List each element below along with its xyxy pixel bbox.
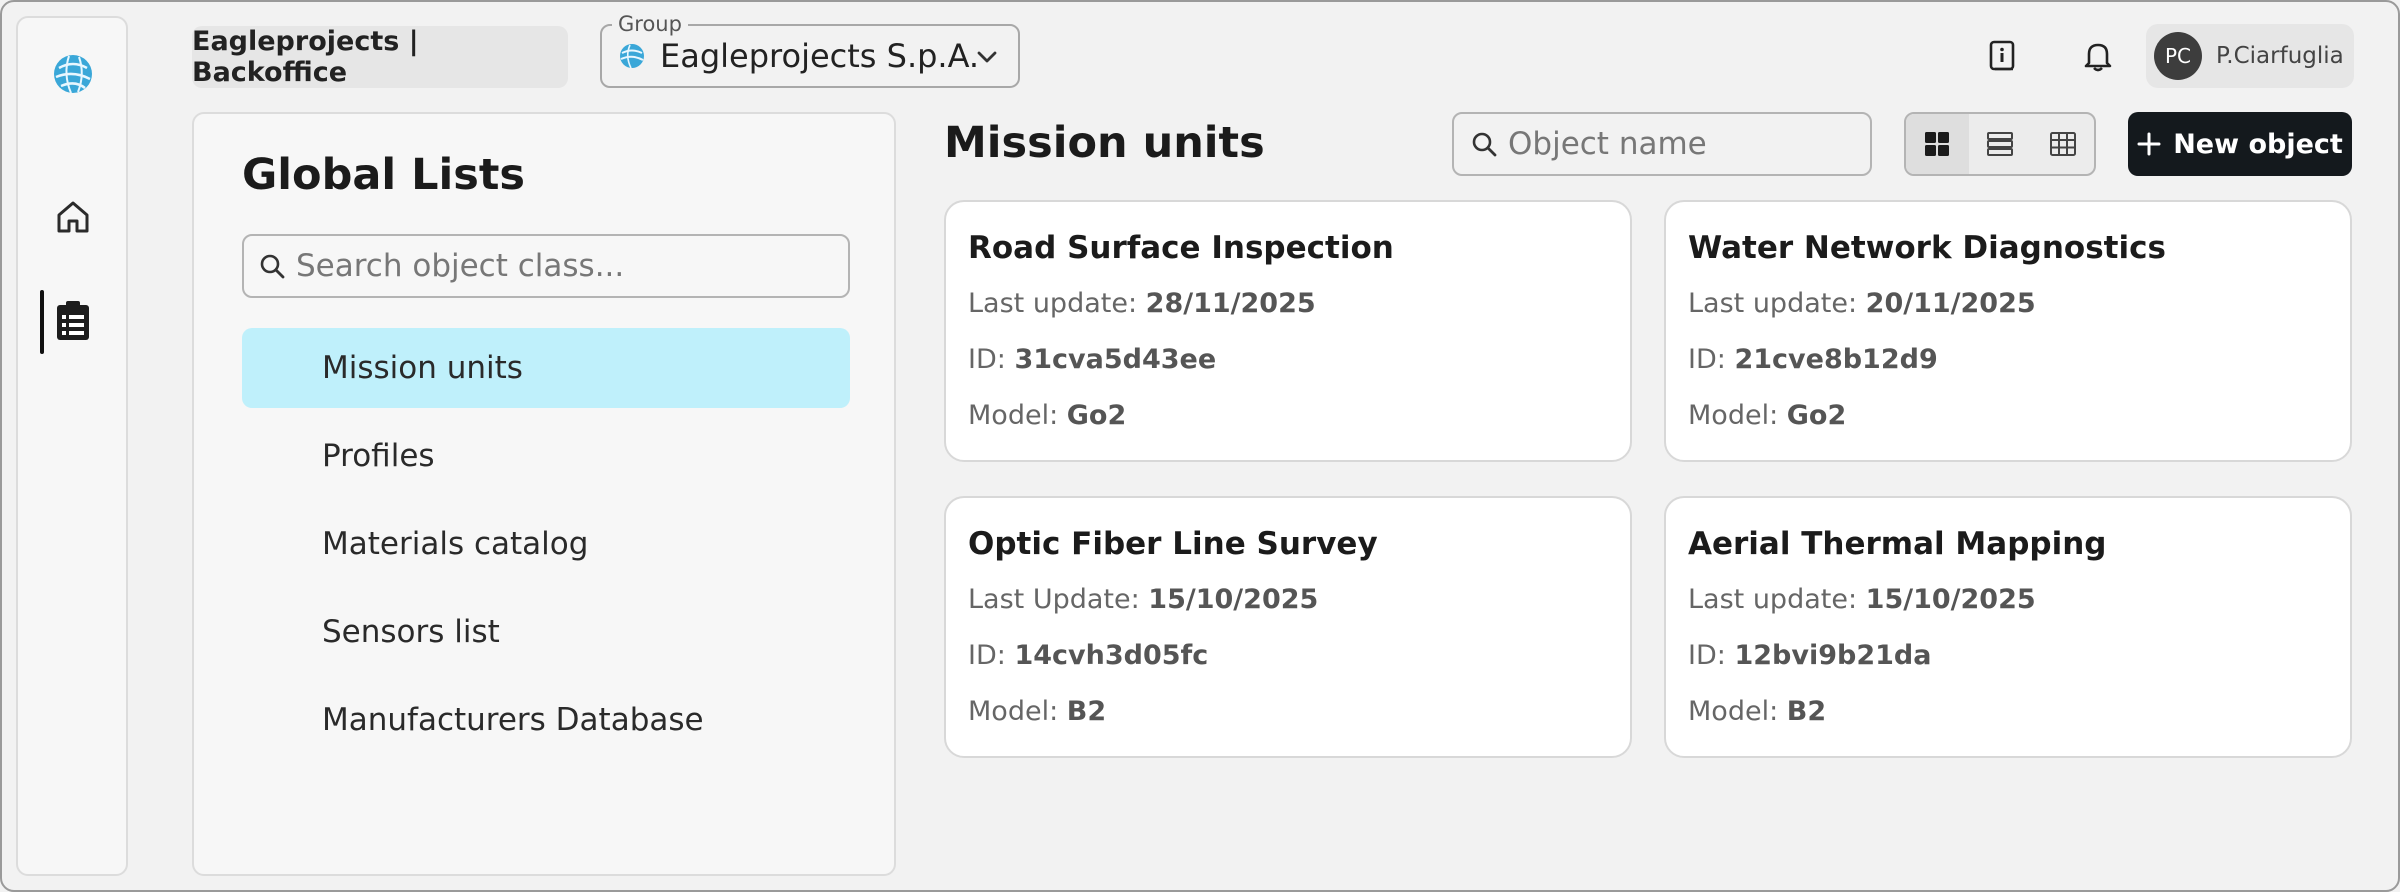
search-icon [260, 254, 285, 279]
home-icon [57, 201, 89, 233]
bell-icon [2084, 43, 2112, 72]
avatar: PC [2154, 32, 2202, 80]
card-id: ID: 21cve8b12d9 [1688, 344, 1938, 375]
list-item-profiles[interactable]: Profiles [242, 416, 850, 496]
class-search-box [242, 234, 850, 298]
card-model: Model: Go2 [968, 400, 1127, 431]
chevron-down-icon [977, 51, 997, 63]
clipboard-list-icon [57, 301, 89, 340]
view-toggle [1904, 112, 2096, 176]
new-object-button[interactable]: New object [2128, 112, 2352, 176]
card-last-update: Last Update: 15/10/2025 [968, 584, 1319, 615]
object-card[interactable]: Aerial Thermal Mapping Last update: 15/1… [1664, 496, 2352, 758]
globe-icon [620, 44, 644, 69]
list-item-materials-catalog[interactable]: Materials catalog [242, 504, 850, 584]
card-model: Model: Go2 [1688, 400, 1847, 431]
list-view-button[interactable] [1969, 114, 2032, 174]
card-id: ID: 14cvh3d05fc [968, 640, 1209, 671]
card-model: Model: B2 [968, 696, 1107, 727]
object-search-box [1452, 112, 1872, 176]
object-search-input[interactable] [1508, 126, 1868, 162]
active-indicator [40, 290, 44, 354]
page-title: Mission units [944, 118, 1265, 168]
sidebar-item-global-lists[interactable] [52, 300, 94, 342]
user-menu[interactable]: PC P.Ciarfuglia [2146, 24, 2354, 88]
globe-logo-icon[interactable] [51, 52, 95, 96]
object-card[interactable]: Water Network Diagnostics Last update: 2… [1664, 200, 2352, 462]
group-select-value: Eagleprojects S.p.A. [660, 37, 980, 75]
sidebar-rail [16, 16, 128, 876]
object-card[interactable]: Road Surface Inspection Last update: 28/… [944, 200, 1632, 462]
user-name: P.Ciarfuglia [2216, 43, 2344, 69]
list-rows-icon [1987, 132, 2013, 156]
guide-button[interactable] [1980, 34, 2024, 78]
object-card[interactable]: Optic Fiber Line Survey Last Update: 15/… [944, 496, 1632, 758]
list-item-manufacturers-database[interactable]: Manufacturers Database [242, 680, 850, 760]
grid-view-button[interactable] [1906, 114, 1969, 174]
card-id: ID: 31cva5d43ee [968, 344, 1217, 375]
panel-title: Global Lists [242, 150, 525, 200]
table-view-button[interactable] [2031, 114, 2094, 174]
card-model: Model: B2 [1688, 696, 1827, 727]
card-last-update: Last update: 20/11/2025 [1688, 288, 2036, 319]
breadcrumb[interactable]: Eagleprojects | Backoffice [192, 26, 568, 88]
notifications-button[interactable] [2076, 34, 2120, 78]
grid-icon [1925, 132, 1950, 156]
plus-icon [2137, 132, 2161, 156]
table-icon [2049, 132, 2076, 156]
list-item-sensors-list[interactable]: Sensors list [242, 592, 850, 672]
card-last-update: Last update: 28/11/2025 [968, 288, 1316, 319]
group-select-label: Group [612, 12, 688, 36]
card-title: Water Network Diagnostics [1688, 230, 2166, 266]
group-select[interactable]: Group Eagleprojects S.p.A. [600, 12, 1020, 88]
card-id: ID: 12bvi9b21da [1688, 640, 1932, 671]
card-title: Optic Fiber Line Survey [968, 526, 1378, 562]
card-last-update: Last update: 15/10/2025 [1688, 584, 2036, 615]
global-lists-panel: Global Lists Mission units Profiles Mate… [192, 112, 896, 876]
class-search-input[interactable] [296, 248, 836, 284]
list-item-mission-units[interactable]: Mission units [242, 328, 850, 408]
new-object-label: New object [2173, 128, 2343, 160]
book-info-icon [1989, 40, 2015, 71]
card-title: Road Surface Inspection [968, 230, 1394, 266]
sidebar-item-home[interactable] [52, 196, 94, 238]
card-title: Aerial Thermal Mapping [1688, 526, 2107, 562]
search-icon [1472, 132, 1497, 157]
